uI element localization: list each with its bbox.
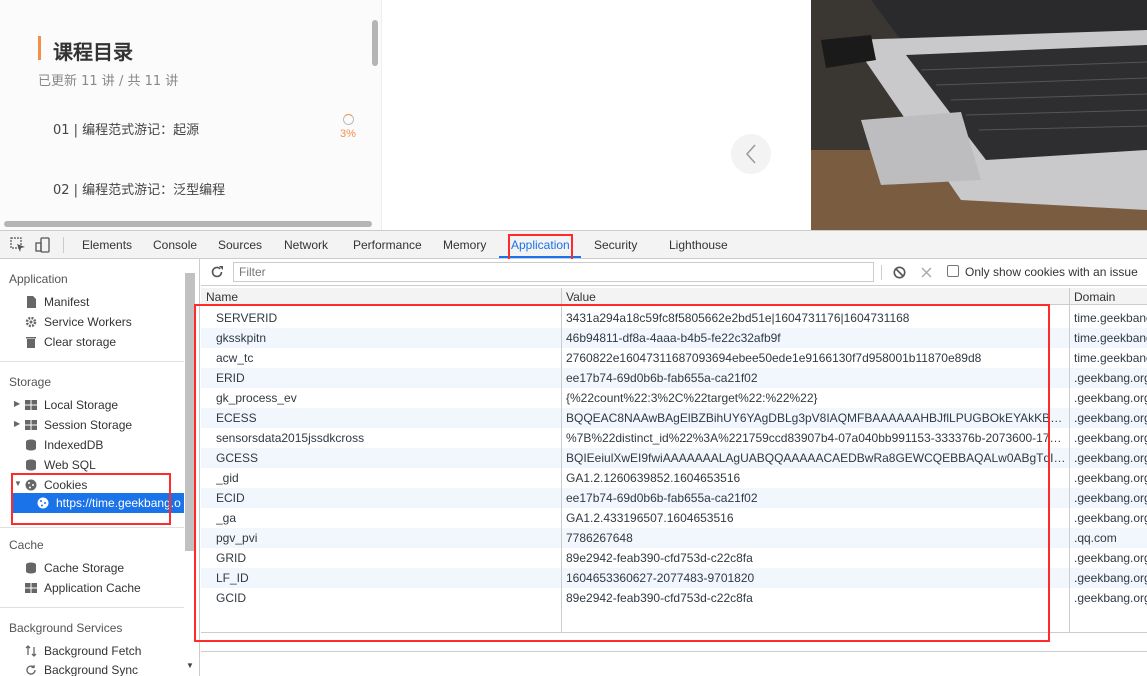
cell-domain: .geekbang.org xyxy=(1074,491,1147,505)
cell-domain: time.geekbang xyxy=(1074,311,1147,325)
chevron-left-icon xyxy=(745,144,756,164)
trash-icon xyxy=(26,337,36,348)
cell-domain: .geekbang.org xyxy=(1074,591,1147,605)
gear-icon xyxy=(25,316,37,328)
cell-domain: .geekbang.org xyxy=(1074,451,1147,465)
title-accent-bar xyxy=(38,36,41,60)
laptop-photo xyxy=(811,0,1147,230)
sidebar-item-cache-storage[interactable]: Cache Storage xyxy=(44,561,124,575)
inspect-element-icon[interactable] xyxy=(10,237,26,253)
sidebar-item-web-sql[interactable]: Web SQL xyxy=(44,458,96,472)
lesson-item[interactable]: 01 | 编程范式游记：起源 xyxy=(53,119,199,138)
grid-storage-icon xyxy=(25,400,37,410)
database-icon xyxy=(26,562,36,574)
sidebar-divider xyxy=(0,361,184,362)
cookie-preview-pane xyxy=(201,651,1147,676)
scroll-down-arrow-icon[interactable]: ▼ xyxy=(186,661,194,670)
highlight-box-cookie-table xyxy=(194,304,1050,642)
expand-triangle-icon[interactable]: ▶ xyxy=(14,399,20,408)
column-header-domain[interactable]: Domain xyxy=(1074,290,1115,304)
devtools-panel: Elements Console Sources Network Perform… xyxy=(0,230,1147,676)
sidebar-item-background-sync[interactable]: Background Sync xyxy=(44,663,138,676)
cell-domain: .geekbang.org xyxy=(1074,551,1147,565)
devtools-tabbar: Elements Console Sources Network Perform… xyxy=(0,231,1147,263)
device-toolbar-icon[interactable] xyxy=(35,237,51,253)
cell-domain: time.geekbang xyxy=(1074,351,1147,365)
vertical-scrollbar[interactable] xyxy=(372,20,378,66)
horizontal-scrollbar[interactable] xyxy=(4,221,372,227)
application-sidebar: Application Manifest Service Workers Cle… xyxy=(0,259,200,676)
database-icon xyxy=(26,459,36,471)
tab-memory[interactable]: Memory xyxy=(443,231,486,259)
cell-domain: .qq.com xyxy=(1074,531,1117,545)
sidebar-item-application-cache[interactable]: Application Cache xyxy=(44,581,141,595)
table-header: Name Value Domain xyxy=(201,288,1147,305)
only-issue-checkbox[interactable] xyxy=(947,265,959,277)
document-icon xyxy=(27,296,36,308)
sidebar-header-background-services: Background Services xyxy=(9,621,123,635)
column-header-value[interactable]: Value xyxy=(566,290,596,304)
cell-domain: .geekbang.org xyxy=(1074,431,1147,445)
sync-icon xyxy=(26,665,36,675)
tab-network[interactable]: Network xyxy=(284,231,328,259)
expand-triangle-icon[interactable]: ▶ xyxy=(14,419,20,428)
progress-ring-icon xyxy=(343,114,354,125)
only-issue-label: Only show cookies with an issue xyxy=(965,265,1138,279)
sidebar-header-storage: Storage xyxy=(9,375,52,389)
cell-domain: .geekbang.org xyxy=(1074,371,1147,385)
delete-selected-icon[interactable] xyxy=(921,267,932,278)
sidebar-item-manifest[interactable]: Manifest xyxy=(44,295,89,309)
cell-domain: .geekbang.org xyxy=(1074,391,1147,405)
sidebar-item-clear-storage[interactable]: Clear storage xyxy=(44,335,116,349)
laptop-image xyxy=(811,0,1147,230)
clear-all-icon[interactable] xyxy=(893,266,906,279)
tab-console[interactable]: Console xyxy=(153,231,197,259)
course-title: 课程目录 xyxy=(53,40,133,64)
tab-sources[interactable]: Sources xyxy=(218,231,262,259)
cell-domain: .geekbang.org xyxy=(1074,471,1147,485)
sidebar-divider xyxy=(0,607,184,608)
cell-domain: .geekbang.org xyxy=(1074,511,1147,525)
tab-security[interactable]: Security xyxy=(594,231,637,259)
course-catalog-panel: 课程目录 已更新 11 讲 / 共 11 讲 01 | 编程范式游记：起源 3%… xyxy=(0,0,382,230)
grid-storage-icon xyxy=(25,420,37,430)
sidebar-item-indexeddb[interactable]: IndexedDB xyxy=(44,438,103,452)
grid-storage-icon xyxy=(25,583,37,593)
tab-lighthouse[interactable]: Lighthouse xyxy=(669,231,728,259)
database-icon xyxy=(26,439,36,451)
sidebar-item-session-storage[interactable]: Session Storage xyxy=(44,418,132,432)
sidebar-item-local-storage[interactable]: Local Storage xyxy=(44,398,118,412)
prev-slide-button[interactable] xyxy=(731,134,771,174)
content-area xyxy=(383,0,811,230)
web-page: 课程目录 已更新 11 讲 / 共 11 讲 01 | 编程范式游记：起源 3%… xyxy=(0,0,1147,230)
fetch-arrows-icon xyxy=(25,645,37,657)
sidebar-header-application: Application xyxy=(9,272,68,286)
cell-domain: time.geekbang xyxy=(1074,331,1147,345)
toolbar-divider xyxy=(63,237,64,253)
sidebar-divider xyxy=(0,527,184,528)
lesson-progress: 3% xyxy=(340,128,356,140)
cookies-toolbar: Only show cookies with an issue xyxy=(201,259,1147,286)
cell-domain: .geekbang.org xyxy=(1074,411,1147,425)
course-subtitle: 已更新 11 讲 / 共 11 讲 xyxy=(38,74,179,89)
cell-domain: .geekbang.org xyxy=(1074,571,1147,585)
refresh-icon[interactable] xyxy=(210,265,224,279)
toolbar-divider xyxy=(881,265,882,280)
tab-performance[interactable]: Performance xyxy=(353,231,422,259)
lesson-item[interactable]: 02 | 编程范式游记：泛型编程 xyxy=(53,179,225,198)
sidebar-item-background-fetch[interactable]: Background Fetch xyxy=(44,644,141,658)
sidebar-header-cache: Cache xyxy=(9,538,44,552)
tab-elements[interactable]: Elements xyxy=(82,231,132,259)
sidebar-item-service-workers[interactable]: Service Workers xyxy=(44,315,132,329)
highlight-box-cookies xyxy=(11,473,171,525)
filter-input[interactable] xyxy=(233,262,874,282)
column-divider xyxy=(1069,288,1070,632)
column-header-name[interactable]: Name xyxy=(206,290,238,304)
